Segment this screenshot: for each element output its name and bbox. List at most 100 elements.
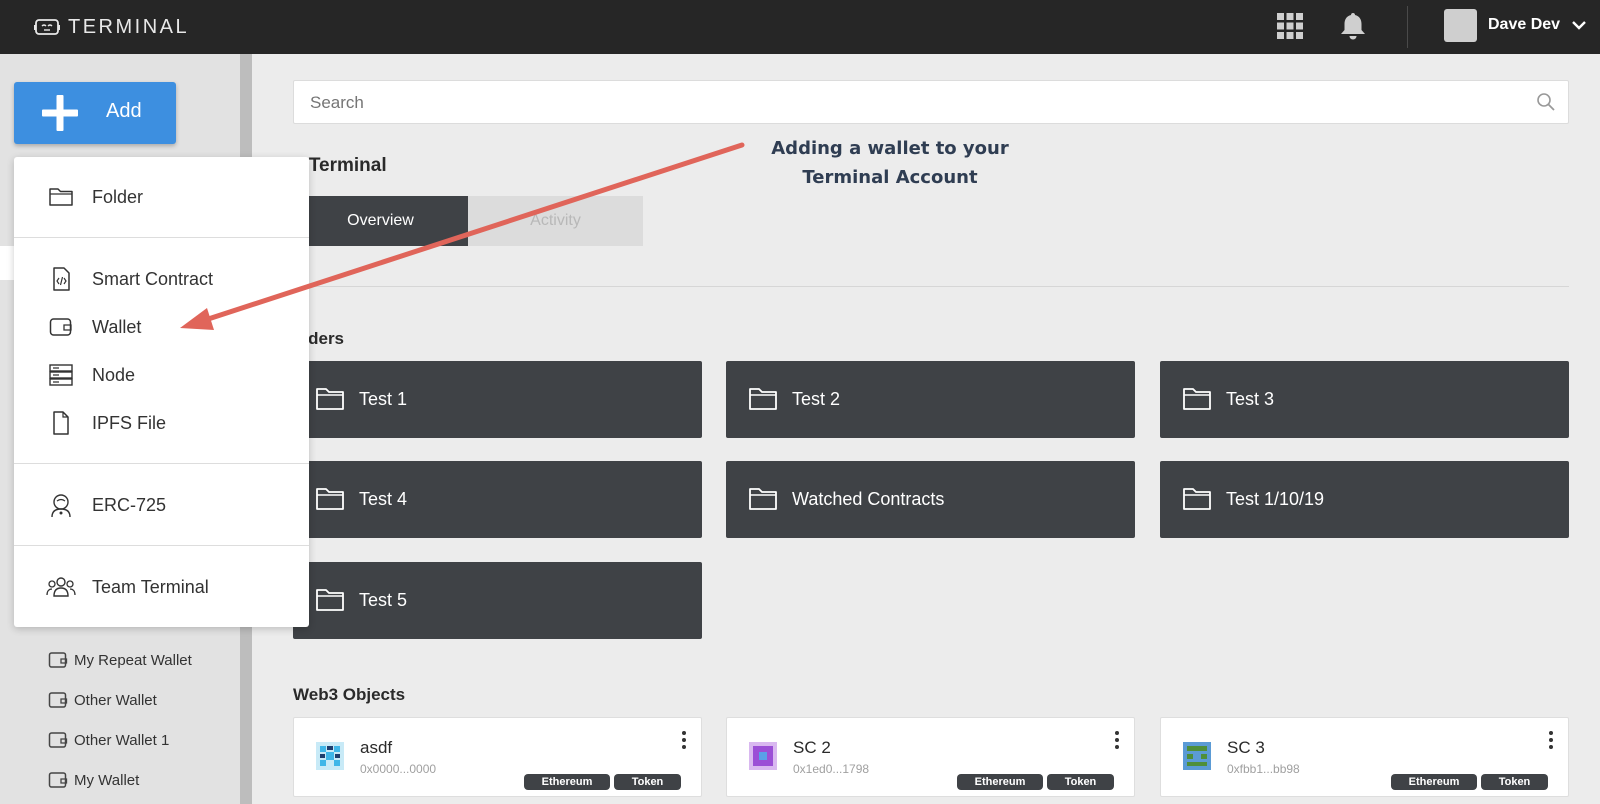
menu-item-team-terminal[interactable]: Team Terminal (14, 567, 309, 607)
web3-object-card[interactable]: asdf 0x0000...0000 Ethereum Token (293, 717, 702, 797)
type-badge: Token (614, 774, 681, 790)
smart-contract-file-icon (53, 267, 70, 291)
folder-card[interactable]: Watched Contracts (726, 461, 1135, 538)
menu-item-folder[interactable]: Folder (14, 177, 309, 217)
menu-item-erc725[interactable]: ERC-725 (14, 485, 309, 525)
identicon-avatar (316, 742, 344, 770)
menu-item-ipfs-file[interactable]: IPFS File (14, 403, 309, 443)
menu-item-label: Folder (92, 186, 144, 207)
identicon-avatar (1183, 742, 1211, 770)
search-input[interactable] (310, 93, 1510, 113)
web3-object-address: 0x1ed0...1798 (793, 762, 870, 776)
folder-label: Test 2 (792, 389, 841, 409)
chain-badge: Ethereum (524, 774, 610, 790)
menu-divider (14, 545, 309, 546)
menu-item-label: Smart Contract (92, 268, 214, 289)
folder-card[interactable]: Test 1 (293, 361, 702, 438)
file-icon (53, 411, 69, 435)
web3-object-address: 0xfbb1...bb98 (1227, 762, 1300, 776)
folder-label: Test 4 (359, 489, 408, 509)
folder-icon (316, 388, 344, 410)
more-vertical-icon[interactable] (1548, 730, 1554, 750)
folder-label: Test 5 (359, 590, 408, 610)
folder-icon (49, 188, 73, 206)
menu-item-smart-contract[interactable]: Smart Contract (14, 259, 309, 299)
wallet-icon (48, 772, 68, 788)
wallet-icon (48, 732, 68, 748)
logo[interactable]: TERMINAL (34, 14, 189, 40)
folder-card[interactable]: Test 3 (1160, 361, 1569, 438)
sidebar-wallet-item[interactable]: My Repeat Wallet (48, 648, 192, 672)
type-badge: Token (1047, 774, 1114, 790)
annotation-line-2: Terminal Account (802, 167, 978, 188)
logo-text: TERMINAL (68, 15, 190, 38)
sidebar-wallet-item[interactable]: Other Wallet (48, 688, 157, 712)
folder-label: Test 1/10/19 (1226, 489, 1325, 509)
folder-label: Test 3 (1226, 389, 1275, 409)
menu-divider (14, 463, 309, 464)
apps-grid-icon[interactable] (1276, 12, 1304, 40)
plus-icon (42, 95, 78, 131)
identity-icon (51, 494, 71, 518)
folder-icon (749, 488, 777, 510)
folder-card[interactable]: Test 5 (293, 562, 702, 639)
topbar-divider (1407, 6, 1408, 48)
menu-item-label: Wallet (92, 316, 142, 337)
web3-objects-heading: Web3 Objects (293, 685, 406, 704)
divider (293, 286, 1569, 287)
search-icon[interactable] (1536, 92, 1556, 112)
annotation-line-1: Adding a wallet to your (771, 138, 1009, 159)
wallet-icon (49, 318, 72, 336)
tab-activity[interactable]: Activity (468, 196, 643, 246)
sidebar-wallet-label: My Repeat Wallet (74, 651, 192, 669)
sidebar-wallet-label: Other Wallet 1 (74, 731, 170, 749)
sidebar-wallet-label: My Wallet (74, 771, 140, 789)
menu-item-wallet[interactable]: Wallet (14, 307, 309, 347)
identicon-avatar (749, 742, 777, 770)
chevron-down-icon[interactable] (1571, 19, 1587, 31)
folder-label: Watched Contracts (792, 489, 945, 509)
team-icon (46, 577, 76, 597)
bell-icon[interactable] (1339, 11, 1367, 41)
server-icon (49, 364, 73, 386)
web3-object-name: SC 2 (793, 738, 831, 757)
web3-object-address: 0x0000...0000 (360, 762, 437, 776)
menu-item-label: Node (92, 364, 136, 385)
folder-card[interactable]: Test 1/10/19 (1160, 461, 1569, 538)
folder-icon (316, 488, 344, 510)
menu-item-label: IPFS File (92, 412, 167, 433)
chain-badge: Ethereum (1391, 774, 1477, 790)
sidebar-wallet-label: Other Wallet (74, 691, 157, 709)
wallet-icon (48, 692, 68, 708)
avatar[interactable] (1444, 9, 1477, 42)
folder-icon (1183, 388, 1211, 410)
web3-object-name: asdf (360, 738, 393, 757)
folder-icon (316, 589, 344, 611)
more-vertical-icon[interactable] (1114, 730, 1120, 750)
folder-card[interactable]: Test 4 (293, 461, 702, 538)
sidebar-wallet-item[interactable]: My Wallet (48, 768, 139, 792)
wallet-icon (48, 652, 68, 668)
sidebar-wallet-item[interactable]: Other Wallet 1 (48, 728, 169, 752)
add-menu-dropdown: Folder Smart Contract Wallet Node IPFS F… (14, 157, 309, 627)
folder-card[interactable]: Test 2 (726, 361, 1135, 438)
web3-object-name: SC 3 (1227, 738, 1265, 757)
tab-overview[interactable]: Overview (293, 196, 468, 246)
annotation-callout: Adding a wallet to your Terminal Account (760, 134, 1020, 192)
user-name[interactable]: Dave Dev (1488, 16, 1560, 34)
menu-item-node[interactable]: Node (14, 355, 309, 395)
folder-icon (1183, 488, 1211, 510)
search-bar[interactable] (293, 80, 1569, 124)
menu-item-label: ERC-725 (92, 494, 167, 515)
web3-object-card[interactable]: SC 2 0x1ed0...1798 Ethereum Token (726, 717, 1135, 797)
add-button[interactable]: Add (14, 82, 176, 144)
more-vertical-icon[interactable] (681, 730, 687, 750)
type-badge: Token (1481, 774, 1548, 790)
menu-divider (14, 237, 309, 238)
menu-item-label: Team Terminal (92, 576, 209, 597)
add-button-label: Add (106, 100, 142, 122)
web3-object-card[interactable]: SC 3 0xfbb1...bb98 Ethereum Token (1160, 717, 1569, 797)
folder-label: Test 1 (359, 389, 408, 409)
folder-icon (749, 388, 777, 410)
chain-badge: Ethereum (957, 774, 1043, 790)
